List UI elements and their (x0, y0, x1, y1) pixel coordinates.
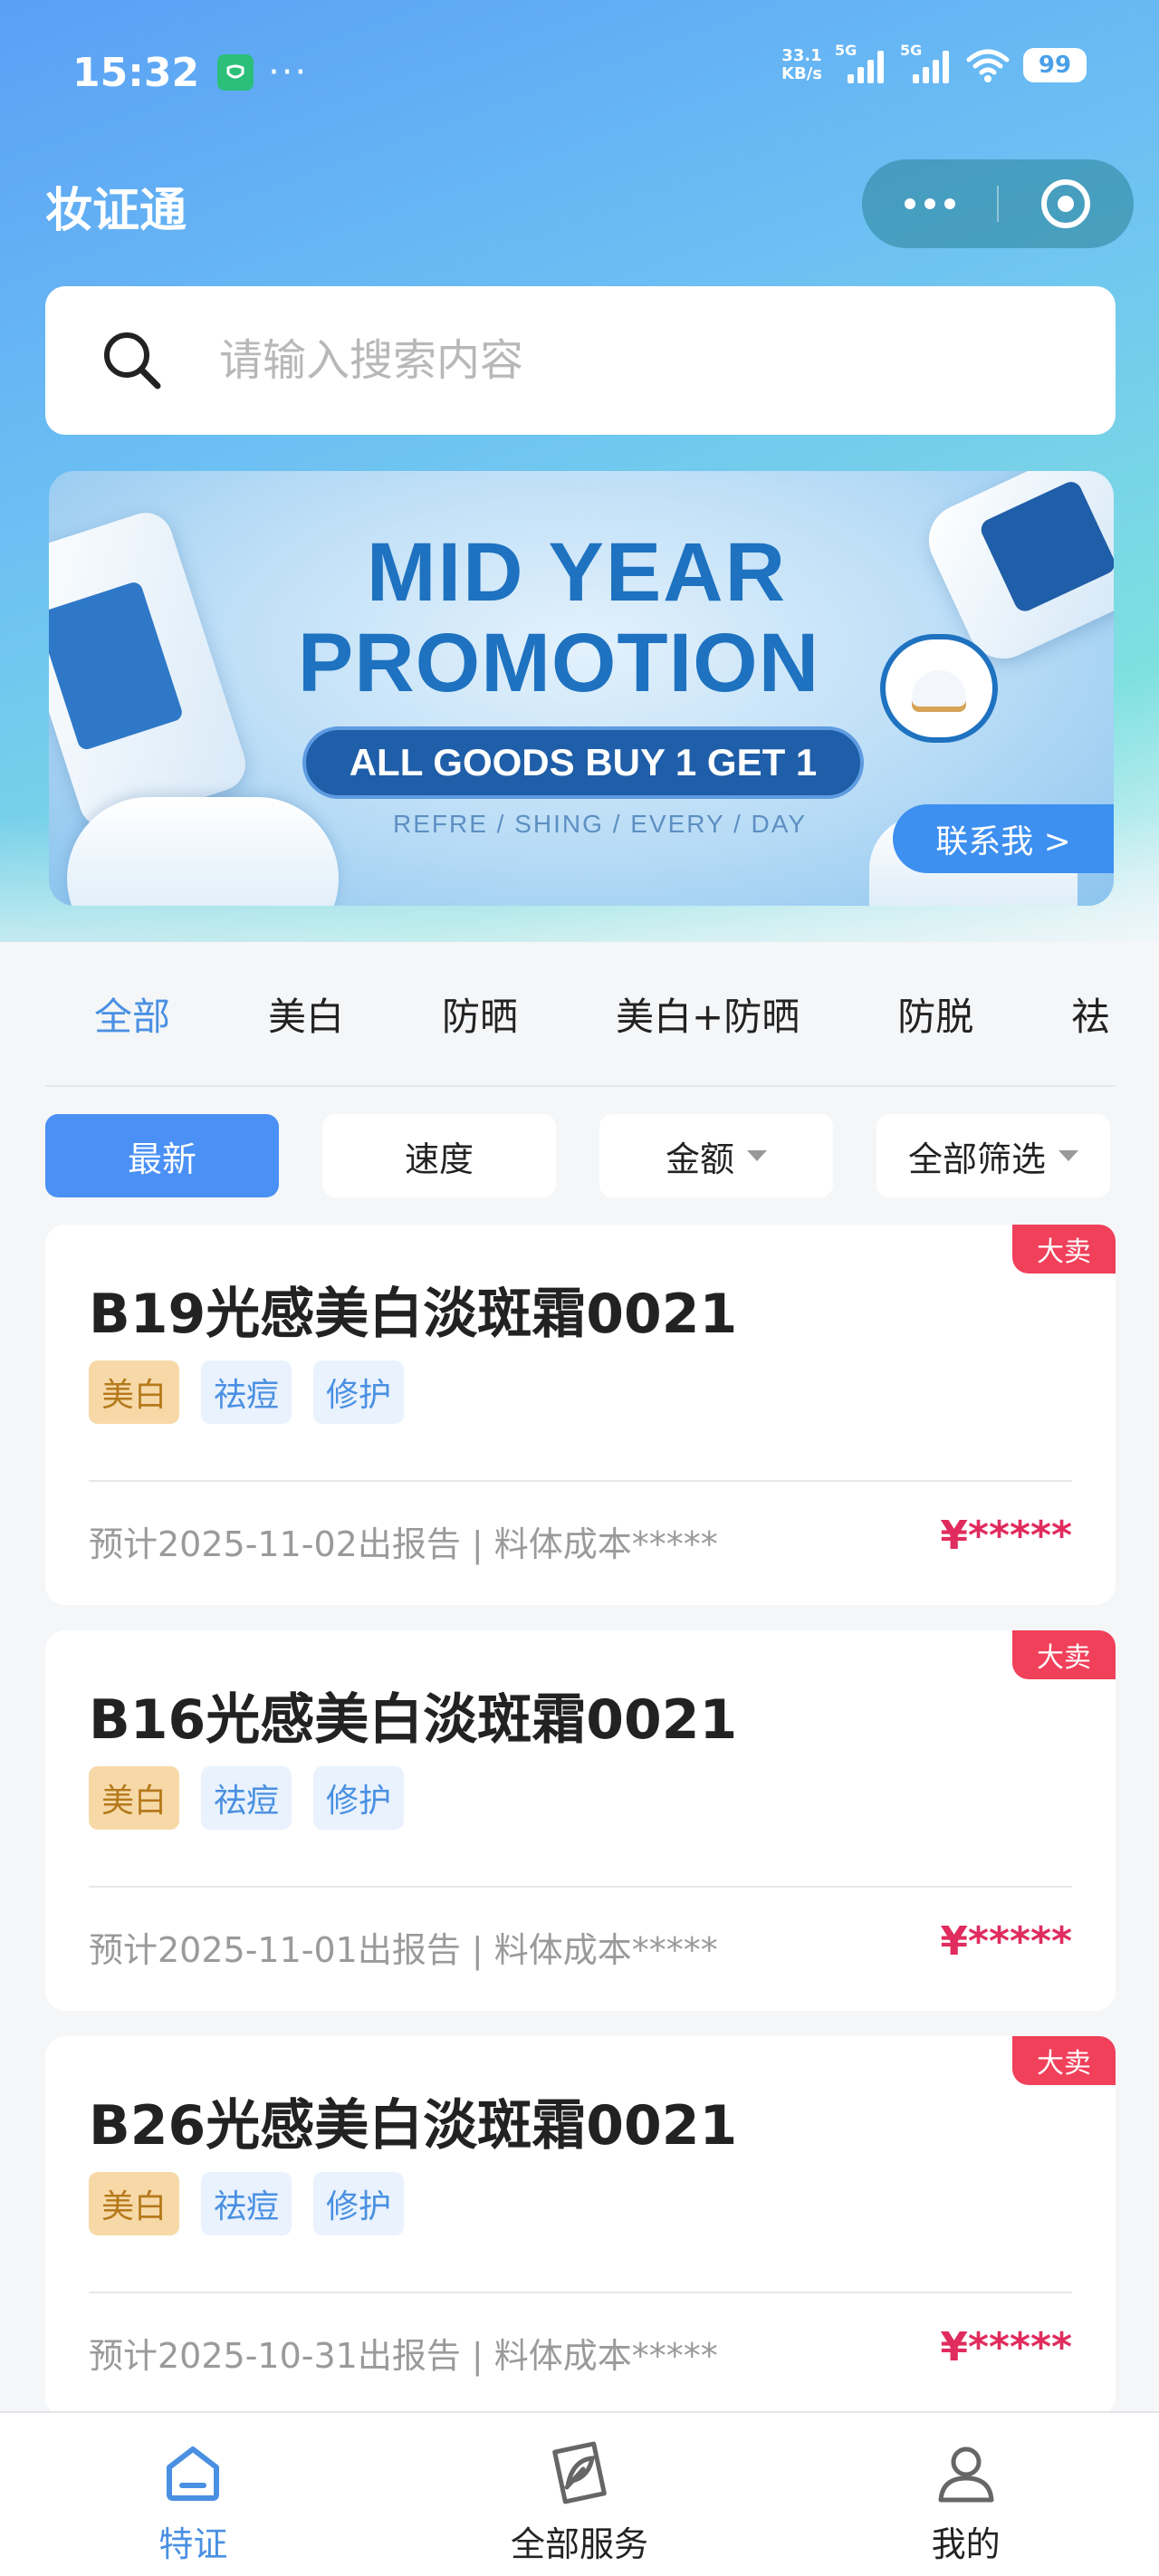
nav-label: 我的 (931, 2524, 1001, 2564)
nav-item-mine[interactable]: 我的 (772, 2413, 1159, 2576)
sort-label: 最新 (127, 1139, 196, 1179)
sort-latest-button[interactable]: 最新 (45, 1114, 279, 1197)
nav-item-all-services[interactable]: 全部服务 (387, 2413, 773, 2576)
sort-label: 全部筛选 (907, 1139, 1046, 1179)
caret-down-icon (1058, 1150, 1078, 1161)
sort-bar: 最新 速度 金额 全部筛选 (45, 1114, 1116, 1197)
product-card[interactable]: 大卖 B26光感美白淡斑霜0021 美白 祛痘 修护 预计2025-10-31出… (45, 2036, 1116, 2417)
tag: 修护 (313, 1360, 405, 1424)
product-bottle-image (67, 797, 339, 906)
tag-list: 美白 祛痘 修护 (89, 1360, 405, 1424)
tab-whitening-sunscreen[interactable]: 美白+防晒 (616, 986, 800, 1042)
tab-anti-hairloss[interactable]: 防脱 (897, 986, 973, 1042)
banner-subtitle: REFRE / SHING / EVERY / DAY (393, 810, 807, 838)
user-icon (934, 2440, 999, 2505)
tag: 修护 (313, 2172, 405, 2235)
price: ¥***** (940, 2324, 1072, 2370)
nav-label: 全部服务 (511, 2524, 649, 2564)
sort-label: 速度 (404, 1139, 474, 1179)
sort-amount-button[interactable]: 金额 (599, 1114, 833, 1197)
tab-whitening[interactable]: 美白 (268, 986, 344, 1042)
cream-bubble-icon (880, 634, 998, 743)
tag: 美白 (89, 1360, 180, 1424)
divider (89, 1886, 1072, 1888)
net-speed: 33.1 KB/s (781, 46, 822, 83)
report-meta: 预计2025-10-31出报告 | 料体成本***** (89, 2336, 718, 2376)
report-meta: 预计2025-11-01出报告 | 料体成本***** (89, 1930, 718, 1970)
tag-list: 美白 祛痘 修护 (89, 1766, 405, 1830)
hot-badge: 大卖 (1012, 2036, 1116, 2085)
nav-item-special-certificate[interactable]: 特证 (0, 2413, 387, 2576)
battery-icon: 99 (1023, 48, 1087, 82)
nav-label: 特证 (158, 2524, 228, 2564)
leaf-icon (547, 2440, 612, 2505)
tag: 祛痘 (201, 2172, 292, 2235)
banner-title: MID YEAR (366, 526, 788, 619)
promo-banner[interactable]: MID YEAR PROMOTION ALL GOODS BUY 1 GET 1… (49, 471, 1114, 906)
tag: 祛痘 (201, 1360, 292, 1424)
banner-offer: ALL GOODS BUY 1 GET 1 (302, 726, 864, 799)
divider (89, 1480, 1072, 1482)
filter-all-button[interactable]: 全部筛选 (876, 1114, 1110, 1197)
tag: 祛痘 (201, 1766, 292, 1830)
report-meta: 预计2025-11-02出报告 | 料体成本***** (89, 1524, 718, 1564)
sort-speed-button[interactable]: 速度 (322, 1114, 556, 1197)
contact-button[interactable]: 联系我 > (893, 804, 1114, 873)
caret-down-icon (747, 1150, 767, 1161)
tag: 修护 (313, 1766, 405, 1830)
target-icon (1041, 179, 1091, 228)
price: ¥***** (940, 1513, 1072, 1559)
mini-program-capsule (862, 159, 1134, 248)
sort-label: 金额 (665, 1139, 734, 1179)
tag: 美白 (89, 1766, 180, 1830)
tab-more[interactable]: 祛 (1071, 986, 1109, 1042)
close-button[interactable] (999, 159, 1134, 248)
home-icon (160, 2440, 225, 2505)
product-card[interactable]: 大卖 B19光感美白淡斑霜0021 美白 祛痘 修护 预计2025-11-02出… (45, 1225, 1116, 1605)
price: ¥***** (940, 1918, 1072, 1965)
more-notifications-icon: ··· (268, 52, 309, 93)
product-card[interactable]: 大卖 B16光感美白淡斑霜0021 美白 祛痘 修护 预计2025-11-01出… (45, 1630, 1116, 2011)
hot-badge: 大卖 (1012, 1630, 1116, 1679)
search-icon (96, 324, 168, 397)
tag: 美白 (89, 2172, 180, 2235)
shield-icon (217, 54, 254, 91)
tag-list: 美白 祛痘 修护 (89, 2172, 405, 2235)
status-bar: 15:32 ··· 33.1 KB/s 5G 5G 99 (0, 0, 1159, 145)
signal-icon: 5G (900, 42, 953, 83)
app-title: 妆证通 (45, 184, 187, 238)
tab-sunscreen[interactable]: 防晒 (442, 986, 518, 1042)
wifi-icon (965, 47, 1011, 83)
search-bar[interactable] (45, 286, 1116, 435)
hot-badge: 大卖 (1012, 1225, 1116, 1274)
status-time: 15:32 (72, 49, 200, 96)
more-button[interactable] (862, 159, 997, 248)
search-input[interactable] (219, 335, 1034, 386)
divider (89, 2292, 1072, 2293)
product-title: B16光感美白淡斑霜0021 (89, 1688, 738, 1752)
bottom-navigation: 特证 全部服务 我的 (0, 2411, 1159, 2576)
signal-icon: 5G (835, 42, 887, 83)
product-title: B26光感美白淡斑霜0021 (89, 2094, 738, 2158)
category-tabs: 全部 美白 防晒 美白+防晒 防脱 祛 (45, 942, 1116, 1087)
tab-all[interactable]: 全部 (94, 986, 170, 1042)
product-title: B19光感美白淡斑霜0021 (89, 1283, 738, 1346)
